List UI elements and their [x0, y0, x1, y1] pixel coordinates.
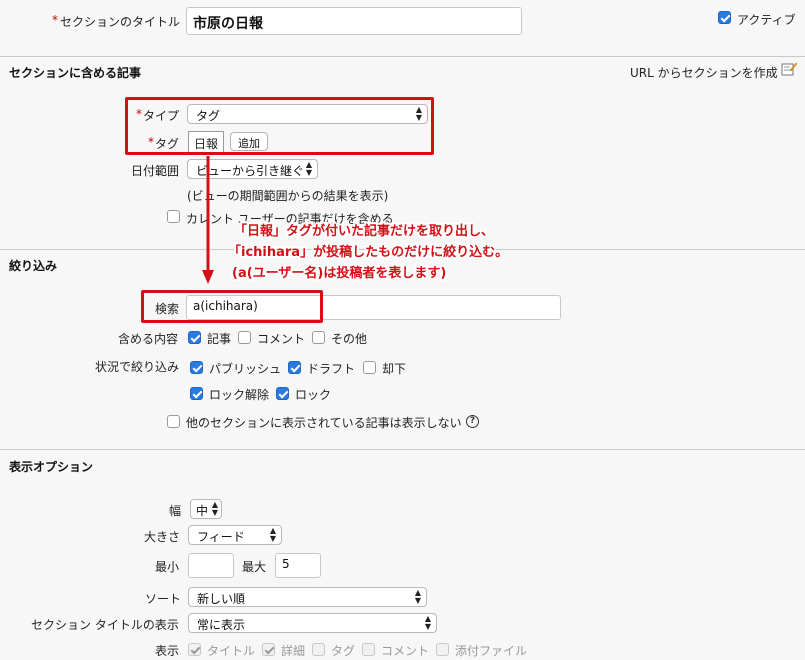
articles-section-heading: セクションに含める記事 [9, 66, 142, 80]
width-label: 幅 [169, 504, 182, 518]
hide-other-sections-checkbox[interactable] [167, 415, 180, 428]
width-select-value: 中 [196, 504, 209, 518]
show-details-checkbox[interactable] [262, 643, 275, 656]
status-filter-label: 状況で絞り込み [95, 360, 180, 374]
divider [0, 449, 805, 450]
select-arrows-icon: ▲ ▼ [414, 588, 421, 605]
sort-select-value: 新しい順 [197, 592, 246, 606]
size-select[interactable]: フィード ▲ ▼ [188, 525, 282, 545]
active-label: アクティブ [737, 13, 796, 27]
section-title-label: セクションのタイトル [60, 15, 181, 29]
annotation-line-3: (a(ユーザー名)は投稿者を表します) [232, 266, 447, 281]
required-mark: * [52, 13, 58, 27]
annotation-arrow [202, 156, 214, 286]
include-comments-checkbox[interactable] [238, 331, 251, 344]
divider [0, 56, 805, 57]
size-select-value: フィード [197, 530, 245, 544]
annotation-line-2: 「ichihara」が投稿したものだけに絞り込む。 [228, 245, 509, 260]
status-draft-checkbox[interactable] [288, 361, 301, 374]
show-comments-label: コメント [381, 644, 430, 658]
min-input[interactable] [188, 553, 234, 578]
show-comments-checkbox[interactable] [362, 643, 375, 656]
help-icon[interactable]: ? [466, 415, 479, 428]
include-other-checkbox[interactable] [312, 331, 325, 344]
max-input[interactable]: 5 [275, 553, 321, 578]
status-draft-label: ドラフト [307, 362, 356, 376]
filter-section-heading: 絞り込み [9, 259, 58, 273]
active-checkbox[interactable] [718, 11, 731, 24]
select-arrows-icon: ▲ ▼ [211, 500, 218, 517]
include-articles-label: 記事 [207, 332, 232, 346]
show-title-checkbox[interactable] [188, 643, 201, 656]
include-articles-checkbox[interactable] [188, 331, 201, 344]
max-label: 最大 [242, 560, 267, 574]
show-details-label: 詳細 [281, 644, 306, 658]
title-display-value: 常に表示 [197, 618, 246, 632]
title-display-label: セクション タイトルの表示 [31, 618, 179, 632]
include-other-label: その他 [331, 332, 368, 346]
current-user-only-checkbox[interactable] [167, 210, 180, 223]
select-arrows-icon: ▲ ▼ [269, 526, 276, 543]
annotation-line-1: 「日報」タグが付いた記事だけを取り出し、 [234, 224, 495, 239]
status-rejected-checkbox[interactable] [363, 361, 376, 374]
title-display-select[interactable]: 常に表示 ▲ ▼ [188, 613, 437, 633]
edit-note-icon[interactable] [781, 61, 798, 76]
status-unlocked-checkbox[interactable] [190, 387, 203, 400]
show-title-label: タイトル [207, 644, 256, 658]
show-attachments-label: 添付ファイル [455, 644, 528, 658]
select-arrows-icon: ▲ ▼ [424, 614, 431, 631]
hide-other-sections-label: 他のセクションに表示されている記事は表示しない [186, 416, 462, 430]
show-tags-checkbox[interactable] [312, 643, 325, 656]
width-select[interactable]: 中 ▲ ▼ [190, 499, 222, 519]
show-attachments-checkbox[interactable] [436, 643, 449, 656]
type-tag-highlight-box [125, 97, 434, 155]
section-title-input[interactable]: 市原の日報 [186, 7, 522, 35]
status-unlocked-label: ロック解除 [209, 388, 270, 402]
show-label: 表示 [155, 644, 180, 658]
sort-select[interactable]: 新しい順 ▲ ▼ [188, 587, 427, 607]
date-range-hint: (ビューの期間範囲からの結果を表示) [187, 189, 389, 203]
select-arrows-icon: ▲ ▼ [305, 160, 312, 177]
search-highlight-box [141, 290, 323, 323]
include-label: 含める内容 [118, 332, 179, 346]
include-comments-label: コメント [257, 332, 306, 346]
status-publish-label: パブリッシュ [209, 362, 282, 376]
min-label: 最小 [155, 560, 180, 574]
status-publish-checkbox[interactable] [190, 361, 203, 374]
status-locked-checkbox[interactable] [276, 387, 289, 400]
sort-label: ソート [145, 592, 182, 606]
display-options-heading: 表示オプション [9, 460, 94, 474]
size-label: 大きさ [144, 530, 181, 544]
create-from-url-link[interactable]: URL からセクションを作成 [630, 64, 778, 81]
date-range-label: 日付範囲 [131, 164, 180, 178]
show-tags-label: タグ [331, 644, 356, 658]
status-rejected-label: 却下 [382, 362, 407, 376]
status-locked-label: ロック [295, 388, 332, 402]
